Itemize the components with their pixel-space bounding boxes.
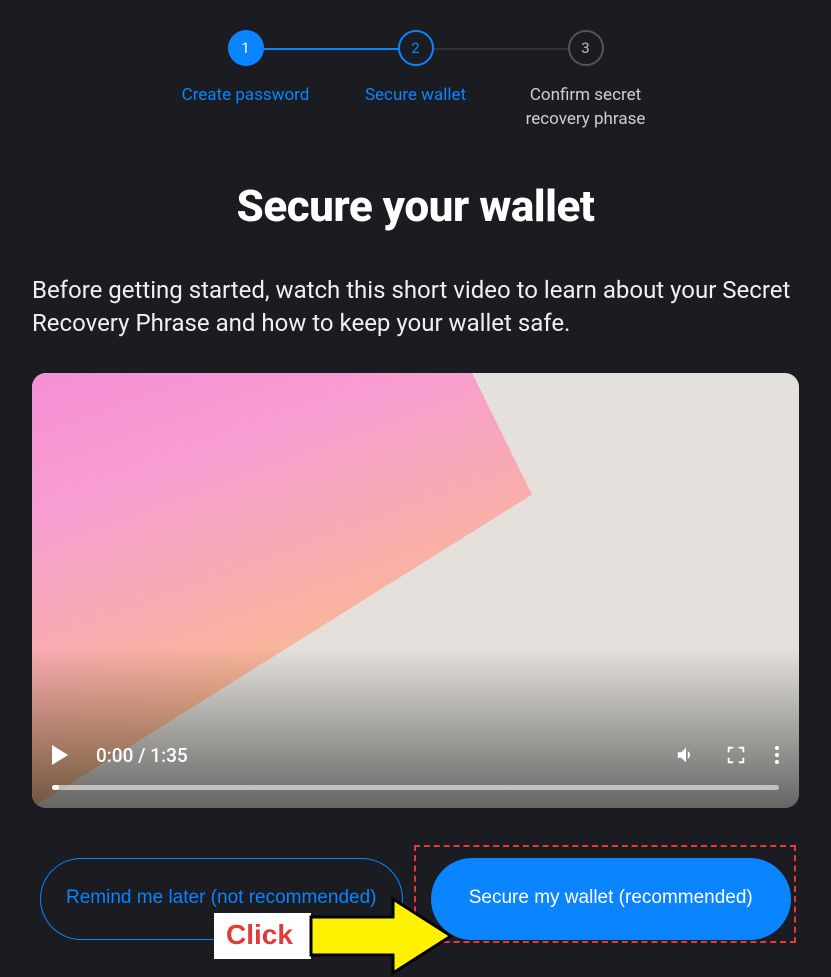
step-connector-1	[246, 48, 416, 50]
onboarding-stepper: 1 Create password 2 Secure wallet 3 Conf…	[0, 0, 831, 132]
volume-icon[interactable]	[675, 744, 697, 766]
step-3: 3 Confirm secret recovery phrase	[501, 30, 671, 132]
fullscreen-icon[interactable]	[725, 744, 747, 766]
step-1: 1 Create password	[161, 30, 331, 108]
video-current-time: 0:00	[96, 744, 133, 767]
secure-wallet-button[interactable]: Secure my wallet (recommended)	[431, 858, 792, 940]
step-2-number: 2	[411, 39, 419, 57]
step-3-circle: 3	[568, 30, 604, 66]
action-button-row: Remind me later (not recommended) Secure…	[0, 858, 831, 940]
step-1-circle: 1	[228, 30, 264, 66]
step-1-label: Create password	[182, 84, 310, 108]
page-title: Secure your wallet	[0, 180, 831, 232]
intro-text: Before getting started, watch this short…	[0, 274, 831, 341]
step-3-label: Confirm secret recovery phrase	[501, 84, 671, 132]
play-icon[interactable]	[52, 745, 68, 765]
video-controls: 0:00 / 1:35	[32, 730, 799, 808]
step-2: 2 Secure wallet	[331, 30, 501, 108]
video-time: 0:00 / 1:35	[96, 744, 188, 767]
remind-later-button[interactable]: Remind me later (not recommended)	[40, 858, 403, 940]
step-2-circle: 2	[398, 30, 434, 66]
step-1-number: 1	[241, 39, 249, 57]
step-connector-2	[416, 48, 586, 50]
more-options-icon[interactable]	[775, 746, 779, 764]
video-progress-bar[interactable]	[52, 785, 779, 790]
video-player[interactable]: 0:00 / 1:35	[32, 373, 799, 808]
step-2-label: Secure wallet	[365, 84, 466, 108]
video-duration: 1:35	[150, 744, 187, 767]
step-3-number: 3	[581, 39, 589, 57]
